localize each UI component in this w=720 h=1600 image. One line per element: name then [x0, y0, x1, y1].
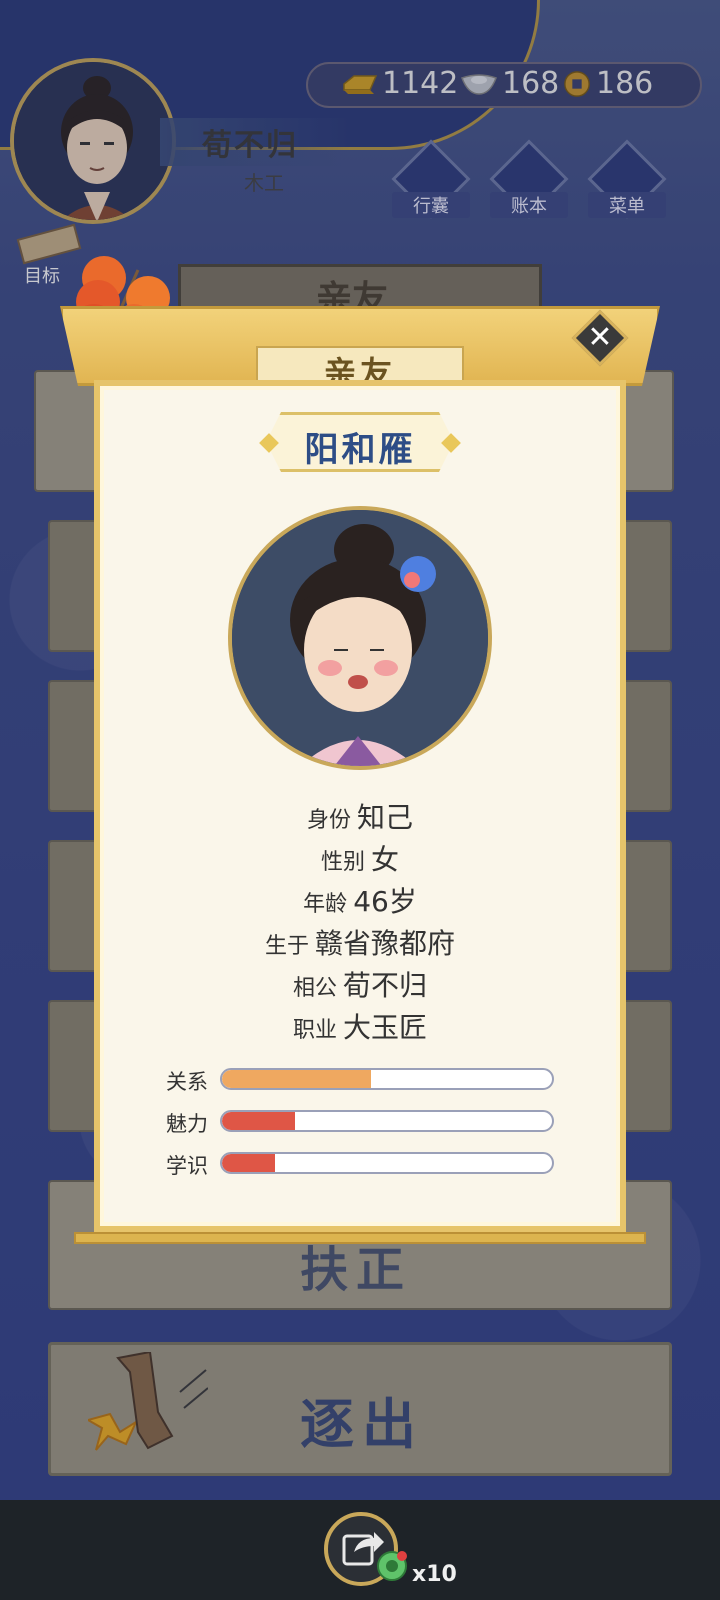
info-key: 职业: [292, 1018, 337, 1043]
stat-fill-relation: [222, 1070, 371, 1088]
info-key: 身份: [306, 808, 351, 833]
close-icon[interactable]: ✕: [580, 318, 620, 358]
stat-bar-charm: [220, 1110, 554, 1132]
info-row-occupation: 职业 大玉匠: [0, 1006, 720, 1046]
info-row-age: 年龄 46岁: [0, 880, 720, 920]
stat-label-knowledge: 学识: [166, 1154, 208, 1178]
info-row-husband: 相公 荀不归: [0, 964, 720, 1004]
stat-bar-knowledge: [220, 1152, 554, 1174]
stat-fill-charm: [222, 1112, 295, 1130]
share-count: x10: [412, 1562, 457, 1587]
info-value: 赣省豫都府: [315, 927, 456, 960]
jade-token-icon: [377, 1551, 407, 1581]
info-value: 荀不归: [343, 969, 428, 1002]
info-value: 女: [371, 843, 400, 876]
stat-label-charm: 魅力: [166, 1112, 208, 1136]
modal-scroll-footer: [74, 1232, 646, 1244]
info-row-gender: 性别女: [0, 838, 720, 878]
person-portrait: [228, 506, 492, 770]
info-value: 大玉匠: [343, 1011, 428, 1044]
stat-label-relation: 关系: [166, 1070, 208, 1094]
info-value: 知己: [357, 801, 414, 834]
stat-fill-knowledge: [222, 1154, 275, 1172]
woman-portrait-icon: [232, 510, 488, 766]
info-key: 生于: [264, 934, 309, 959]
info-row-identity: 身份 知己: [0, 796, 720, 836]
info-key: 相公: [292, 976, 337, 1001]
info-value: 46岁: [353, 885, 417, 918]
person-name: 阳和雁: [304, 430, 416, 470]
info-key: 年龄: [303, 892, 348, 917]
stat-bar-relation: [220, 1068, 554, 1090]
info-row-birthplace: 生于 赣省豫都府: [0, 922, 720, 962]
info-key: 性别: [320, 850, 365, 875]
